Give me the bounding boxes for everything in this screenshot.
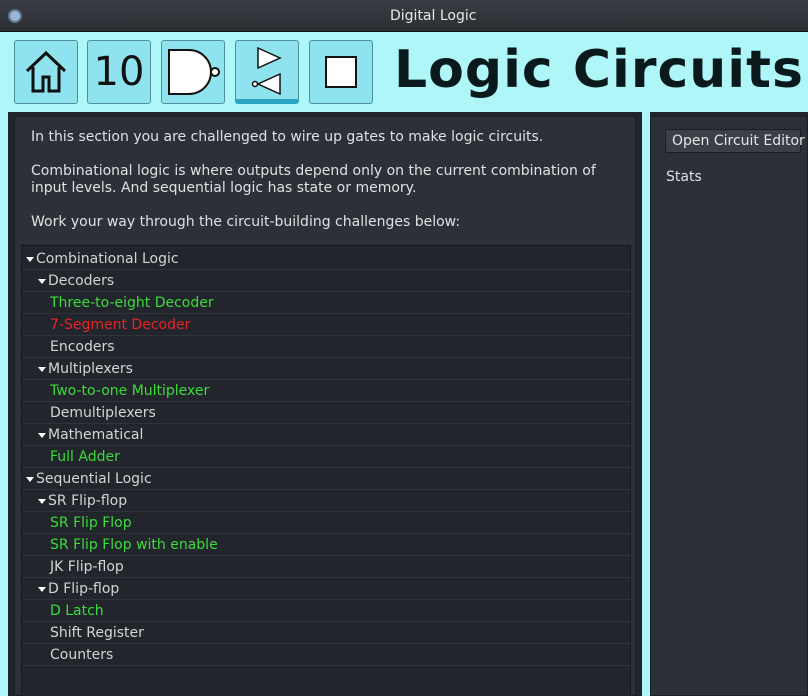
tree-item-label: Sequential Logic [36,471,152,487]
tree-item[interactable]: JK Flip-flop [22,556,630,578]
tree-item-label: SR Flip-flop [48,493,128,509]
page-title: Logic Circuits [394,40,804,100]
challenges-panel: In this section you are challenged to wi… [14,116,636,696]
home-button[interactable] [14,40,78,104]
intro-paragraph-3: Work your way through the circuit-buildi… [31,214,461,230]
tree-item[interactable]: Decoders [22,270,630,292]
tree-item-label: Three-to-eight Decoder [50,295,214,311]
tree-item-label: SR Flip Flop with enable [50,537,218,553]
tree-item[interactable]: D Latch [22,600,630,622]
level-number: 10 [93,49,145,95]
header-toolbar: 10 Logic Circuits [0,32,808,112]
tree-item-label: D Flip-flop [48,581,120,597]
window-title: Digital Logic [390,8,477,24]
open-circuit-editor-button[interactable]: Open Circuit Editor [665,129,805,153]
tree-item-label: D Latch [50,603,104,619]
tree-item[interactable]: Multiplexers [22,358,630,380]
intro-paragraph-2: Combinational logic is where outputs dep… [31,163,596,196]
tree-item[interactable]: Demultiplexers [22,402,630,424]
tree-item[interactable]: Three-to-eight Decoder [22,292,630,314]
tree-item[interactable]: SR Flip Flop with enable [22,534,630,556]
expand-arrow-icon[interactable] [38,586,46,592]
tree-item-label: SR Flip Flop [50,515,132,531]
tree-item[interactable]: Combinational Logic [22,248,630,270]
expand-arrow-icon[interactable] [38,498,46,504]
side-panel: Open Circuit Editor Stats [650,116,808,696]
home-icon [25,50,67,93]
tree-item-label: Shift Register [50,625,144,641]
intro-paragraph-1: In this section you are challenged to wi… [31,129,544,145]
buffer-gates-button[interactable] [235,40,299,104]
buffer-gates-icon [251,46,282,96]
tree-item[interactable]: Counters [22,644,630,666]
challenge-tree[interactable]: Combinational Logic Decoders Three-to-eigh… [21,245,631,696]
stats-label: Stats [666,169,702,185]
tree-item[interactable]: Sequential Logic [22,468,630,490]
expand-arrow-icon[interactable] [38,278,46,284]
tree-item[interactable]: Encoders [22,336,630,358]
tree-item[interactable]: SR Flip-flop [22,490,630,512]
frame-border-left [0,112,8,696]
tree-item-label: 7-Segment Decoder [50,317,191,333]
tree-item-label: Encoders [50,339,115,355]
title-bar: Digital Logic [0,0,808,32]
tree-item-label: Two-to-one Multiplexer [50,383,210,399]
nand-gate-button[interactable] [161,40,225,104]
tree-item[interactable]: SR Flip Flop [22,512,630,534]
nand-gate-icon [168,49,220,95]
tree-item-label: Mathematical [48,427,144,443]
intro-text: In this section you are challenged to wi… [31,129,611,248]
tree-item-label: Counters [50,647,114,663]
tree-item[interactable]: D Flip-flop [22,578,630,600]
frame-border-middle [642,112,650,696]
expand-arrow-icon[interactable] [38,366,46,372]
tree-item-label: Full Adder [50,449,120,465]
expand-arrow-icon[interactable] [26,256,34,262]
expand-arrow-icon[interactable] [26,476,34,482]
tree-item-label: Demultiplexers [50,405,156,421]
square-icon [325,56,357,88]
level-number-button[interactable]: 10 [87,40,151,104]
expand-arrow-icon[interactable] [38,432,46,438]
tree-item[interactable]: Shift Register [22,622,630,644]
tree-item-label: Multiplexers [48,361,133,377]
tree-item[interactable]: 7-Segment Decoder [22,314,630,336]
tree-item-label: Decoders [48,273,115,289]
stop-button[interactable] [309,40,373,104]
tree-item[interactable]: Mathematical [22,424,630,446]
tree-item-label: Combinational Logic [36,251,179,267]
tree-item[interactable]: Full Adder [22,446,630,468]
tree-item-label: JK Flip-flop [50,559,124,575]
tree-item[interactable]: Two-to-one Multiplexer [22,380,630,402]
